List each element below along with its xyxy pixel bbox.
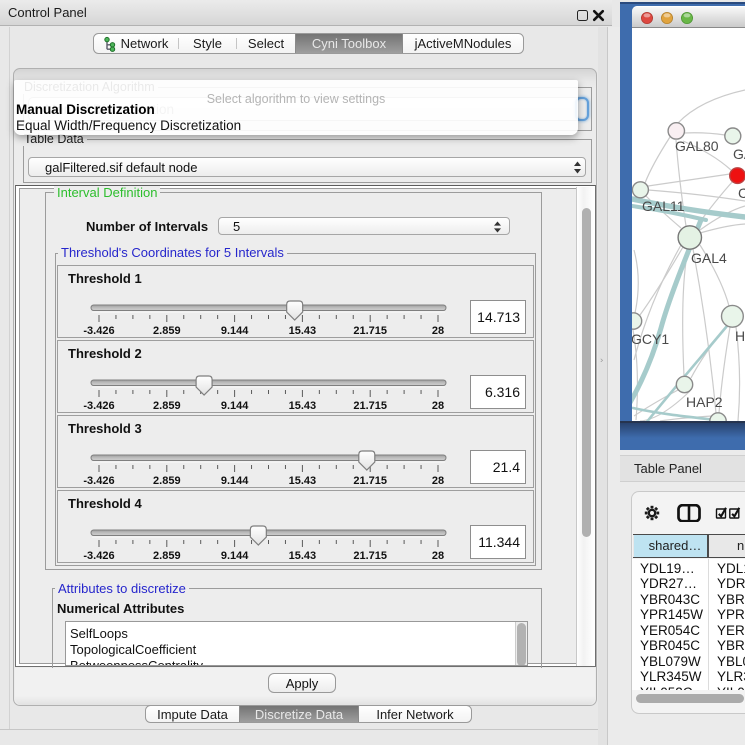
svg-text:GAL4: GAL4	[691, 250, 727, 266]
svg-text:GAL80: GAL80	[675, 138, 719, 154]
svg-text:2.859: 2.859	[153, 325, 181, 337]
svg-text:9.144: 9.144	[221, 400, 249, 412]
svg-text:28: 28	[432, 475, 444, 487]
svg-text:GCY1: GCY1	[632, 331, 669, 347]
svg-text:H: H	[735, 328, 745, 344]
svg-text:21.715: 21.715	[353, 475, 387, 487]
svg-text:GA: GA	[733, 146, 745, 162]
svg-text:21.715: 21.715	[353, 550, 387, 562]
svg-text:9.144: 9.144	[221, 475, 249, 487]
svg-text:21.715: 21.715	[353, 400, 387, 412]
svg-text:21.715: 21.715	[353, 325, 387, 337]
svg-text:C: C	[738, 185, 745, 201]
svg-text:2.859: 2.859	[153, 400, 181, 412]
svg-text:28: 28	[432, 325, 444, 337]
svg-text:-3.426: -3.426	[83, 550, 114, 562]
svg-text:15.43: 15.43	[289, 400, 317, 412]
svg-text:-3.426: -3.426	[83, 475, 114, 487]
svg-text:15.43: 15.43	[289, 550, 317, 562]
svg-text:9.144: 9.144	[221, 325, 249, 337]
svg-text:28: 28	[432, 400, 444, 412]
svg-text:HAP2: HAP2	[686, 394, 723, 410]
svg-text:-3.426: -3.426	[83, 400, 114, 412]
svg-text:GAL11: GAL11	[642, 198, 685, 214]
svg-text:28: 28	[432, 550, 444, 562]
svg-text:15.43: 15.43	[289, 325, 317, 337]
svg-text:2.859: 2.859	[153, 550, 181, 562]
svg-text:-3.426: -3.426	[83, 325, 114, 337]
svg-text:9.144: 9.144	[221, 550, 249, 562]
svg-text:2.859: 2.859	[153, 475, 181, 487]
svg-text:15.43: 15.43	[289, 475, 317, 487]
